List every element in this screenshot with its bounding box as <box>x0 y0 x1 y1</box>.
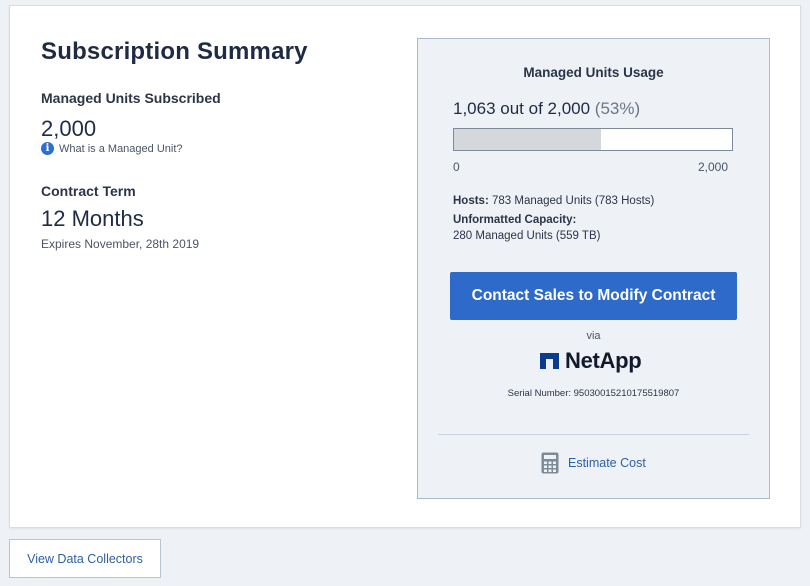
usage-progress-fill <box>454 129 602 150</box>
unformatted-capacity-title: Unformatted Capacity: <box>453 214 577 226</box>
estimate-cost-link[interactable]: Estimate Cost <box>541 452 646 474</box>
usage-title: Managed Units Usage <box>523 65 664 80</box>
contract-term-value: 12 Months <box>41 206 144 231</box>
usage-percent: (53%) <box>594 99 641 118</box>
netapp-logo: NetApp <box>540 348 642 374</box>
unformatted-capacity-value: 280 Managed Units (559 TB) <box>453 230 601 242</box>
usage-progress-bar <box>453 128 733 151</box>
netapp-logo-icon <box>540 353 559 369</box>
contract-expiry: Expires November, 28th 2019 <box>41 237 200 251</box>
usage-bar-min: 0 <box>453 160 460 174</box>
hosts-label: Hosts: <box>453 195 489 207</box>
hosts-detail: Hosts: 783 Managed Units (783 Hosts) <box>453 195 654 207</box>
panel-divider <box>438 434 749 435</box>
calculator-icon <box>541 452 559 474</box>
netapp-brand-name: NetApp <box>565 348 642 373</box>
view-data-collectors-button[interactable]: View Data Collectors <box>9 539 161 578</box>
info-icon: i <box>41 142 54 155</box>
unformatted-capacity-label: Unformatted Capacity: <box>453 214 576 226</box>
managed-unit-info-link[interactable]: i What is a Managed Unit? <box>41 142 183 155</box>
subscription-card: Subscription Summary Managed Units Subsc… <box>9 5 801 528</box>
managed-units-subscribed-label: Managed Units Subscribed <box>41 90 221 106</box>
hosts-value: 783 Managed Units (783 Hosts) <box>491 195 655 207</box>
via-label: via <box>586 330 601 342</box>
usage-summary: 1,063 out of 2,000 (53%) <box>453 99 640 119</box>
contract-term-label: Contract Term <box>41 183 136 199</box>
serial-number: Serial Number: 950300152101755198​07 <box>507 388 680 399</box>
managed-units-subscribed-value: 2,000 <box>41 116 97 141</box>
page-title: Subscription Summary <box>41 38 308 65</box>
usage-panel: Managed Units Usage 1,063 out of 2,000 (… <box>417 38 770 499</box>
contact-sales-button[interactable]: Contact Sales to Modify Contract <box>450 272 737 320</box>
usage-bar-max: 2,000 <box>698 160 729 174</box>
info-link-label: What is a Managed Unit? <box>59 142 183 155</box>
usage-count: 1,063 out of 2,000 <box>453 99 591 118</box>
estimate-cost-label: Estimate Cost <box>568 456 646 470</box>
